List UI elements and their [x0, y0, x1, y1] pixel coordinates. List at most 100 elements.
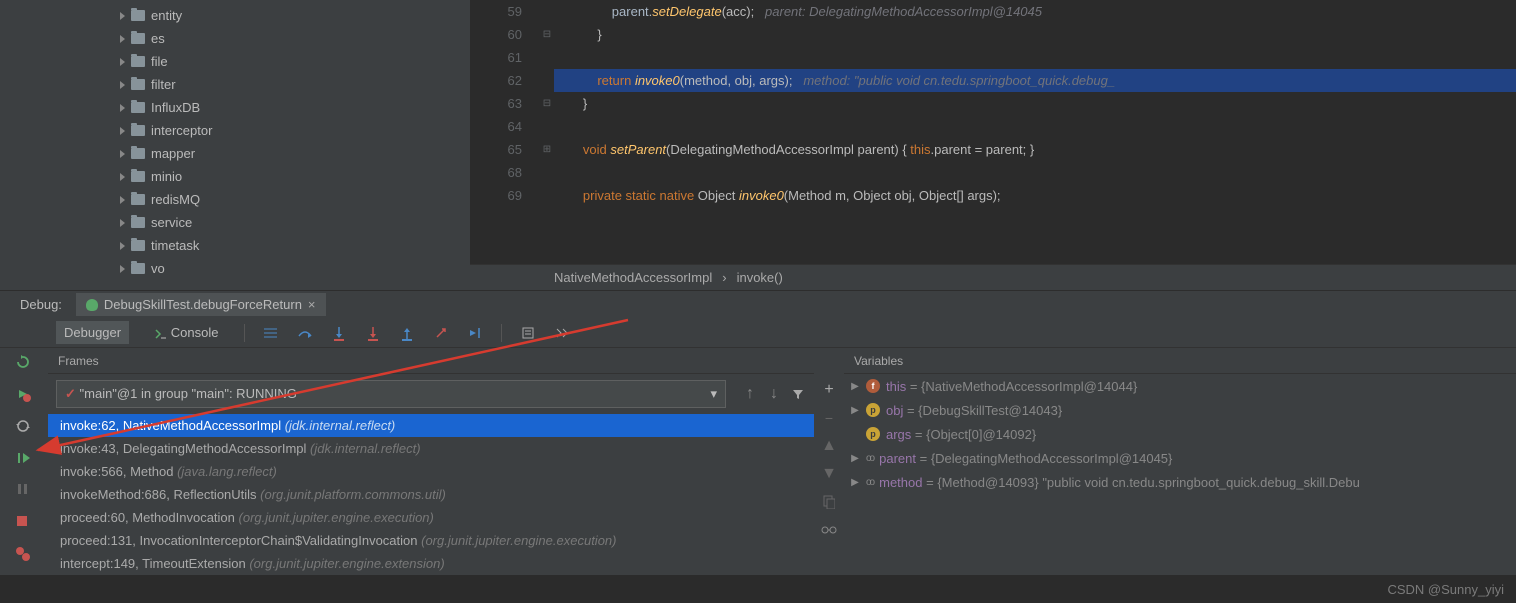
expand-icon	[120, 265, 125, 273]
project-tree[interactable]: entityesfilefilterInfluxDBinterceptormap…	[0, 0, 470, 290]
down-icon[interactable]: ▼	[821, 466, 837, 482]
folder-icon	[131, 56, 145, 67]
prev-frame-icon[interactable]: ↑	[742, 386, 758, 402]
folder-icon	[131, 263, 145, 274]
watermark: CSDN @Sunny_yiyi	[1387, 582, 1504, 597]
folder-icon	[131, 33, 145, 44]
step-out-icon[interactable]	[399, 325, 415, 341]
stack-frame[interactable]: proceed:60, MethodInvocation (org.junit.…	[48, 506, 814, 529]
stack-frame[interactable]: invoke:62, NativeMethodAccessorImpl (jdk…	[48, 414, 814, 437]
code-line[interactable]: }	[554, 23, 1516, 46]
expand-icon[interactable]: ▶	[850, 453, 860, 464]
stop-icon[interactable]	[15, 514, 33, 532]
trace-icon[interactable]	[554, 325, 570, 341]
tree-item[interactable]: vo	[0, 257, 470, 280]
folder-icon	[131, 240, 145, 251]
code-line[interactable]: parent.setDelegate(acc); parent: Delegat…	[554, 0, 1516, 23]
code-line[interactable]: return invoke0(method, obj, args); metho…	[554, 69, 1516, 92]
debug-toolwindow-tab: Debug: DebugSkillTest.debugForceReturn ×	[0, 290, 1516, 318]
run-config-tab[interactable]: DebugSkillTest.debugForceReturn ×	[76, 293, 326, 316]
expand-icon	[120, 127, 125, 135]
expand-icon[interactable]: ▶	[850, 477, 860, 488]
folder-icon	[131, 102, 145, 113]
expand-icon	[120, 173, 125, 181]
force-step-into-icon[interactable]	[365, 325, 381, 341]
tree-item[interactable]: timetask	[0, 234, 470, 257]
bug-icon	[86, 299, 98, 311]
expand-icon	[120, 150, 125, 158]
link-icon: oo	[866, 477, 873, 488]
folder-icon	[131, 171, 145, 182]
close-icon[interactable]: ×	[308, 297, 316, 312]
code-line[interactable]	[554, 161, 1516, 184]
tree-item[interactable]: interceptor	[0, 119, 470, 142]
folder-icon	[131, 194, 145, 205]
breadcrumb[interactable]: NativeMethodAccessorImpl › invoke()	[470, 264, 1516, 290]
stack-frame[interactable]: invoke:43, DelegatingMethodAccessorImpl …	[48, 437, 814, 460]
var-badge: p	[866, 403, 880, 417]
tree-item[interactable]: entity	[0, 4, 470, 27]
thread-selector[interactable]: ✓ "main"@1 in group "main": RUNNING ▾	[56, 380, 726, 408]
stack-frame[interactable]: intercept:149, TimeoutExtension (org.jun…	[48, 552, 814, 575]
code-line[interactable]	[554, 46, 1516, 69]
variable-row[interactable]: ▶oomethod = {Method@14093} "public void …	[844, 470, 1516, 494]
var-badge: f	[866, 379, 880, 393]
variable-row[interactable]: ▶fthis = {NativeMethodAccessorImpl@14044…	[844, 374, 1516, 398]
threads-icon[interactable]	[263, 325, 279, 341]
code-line[interactable]	[554, 115, 1516, 138]
pause-icon[interactable]	[15, 482, 33, 500]
tab-console[interactable]: Console	[147, 321, 226, 344]
expand-icon	[120, 58, 125, 66]
step-over-icon[interactable]	[297, 325, 313, 341]
variables-pane: + − ▲ ▼ Variables ▶fthis = {NativeMethod…	[814, 348, 1516, 575]
expand-icon[interactable]: ▶	[850, 381, 860, 392]
tab-debugger[interactable]: Debugger	[56, 321, 129, 344]
folder-icon	[131, 148, 145, 159]
resume-icon[interactable]	[15, 450, 33, 468]
stack-frame[interactable]: invoke:566, Method (java.lang.reflect)	[48, 460, 814, 483]
drop-frame-icon[interactable]	[433, 325, 449, 341]
update-icon[interactable]	[15, 418, 33, 436]
stack-frame[interactable]: proceed:131, InvocationInterceptorChain$…	[48, 529, 814, 552]
tree-item[interactable]: minio	[0, 165, 470, 188]
var-badge: p	[866, 427, 880, 441]
next-frame-icon[interactable]: ↓	[766, 386, 782, 402]
modify-run-icon[interactable]	[15, 386, 33, 404]
up-icon[interactable]: ▲	[821, 438, 837, 454]
rerun-icon[interactable]	[15, 354, 33, 372]
remove-watch-icon[interactable]: −	[821, 410, 837, 426]
tree-item[interactable]: es	[0, 27, 470, 50]
code-line[interactable]: private static native Object invoke0(Met…	[554, 184, 1516, 207]
breadcrumb-class: NativeMethodAccessorImpl	[554, 270, 712, 285]
chevron-down-icon: ▾	[710, 386, 717, 402]
filter-icon[interactable]	[790, 386, 806, 402]
folder-icon	[131, 10, 145, 21]
evaluate-icon[interactable]	[520, 325, 536, 341]
stack-frame[interactable]: invokeMethod:686, ReflectionUtils (org.j…	[48, 483, 814, 506]
code-line[interactable]: }	[554, 92, 1516, 115]
debug-side-toolbar	[0, 348, 48, 575]
tree-item[interactable]: InfluxDB	[0, 96, 470, 119]
breakpoints-icon[interactable]	[15, 546, 33, 564]
tree-item[interactable]: service	[0, 211, 470, 234]
expand-icon[interactable]: ▶	[850, 405, 860, 416]
expand-icon	[120, 196, 125, 204]
step-into-icon[interactable]	[331, 325, 347, 341]
tree-item[interactable]: mapper	[0, 142, 470, 165]
code-editor[interactable]: 596061626364656869 ⊟⊟⊞ parent.setDelegat…	[470, 0, 1516, 290]
tree-item[interactable]: redisMQ	[0, 188, 470, 211]
variable-row[interactable]: ▶pobj = {DebugSkillTest@14043}	[844, 398, 1516, 422]
link-icon: oo	[866, 453, 873, 464]
variable-row[interactable]: pargs = {Object[0]@14092}	[844, 422, 1516, 446]
folder-icon	[131, 125, 145, 136]
code-line[interactable]: void setParent(DelegatingMethodAccessorI…	[554, 138, 1516, 161]
breadcrumb-method: invoke()	[737, 270, 783, 285]
variable-row[interactable]: ▶ooparent = {DelegatingMethodAccessorImp…	[844, 446, 1516, 470]
tree-item[interactable]: file	[0, 50, 470, 73]
expand-icon	[120, 81, 125, 89]
add-watch-icon[interactable]: +	[821, 382, 837, 398]
run-to-cursor-icon[interactable]	[467, 325, 483, 341]
glasses-icon[interactable]	[821, 522, 837, 538]
copy-icon[interactable]	[821, 494, 837, 510]
tree-item[interactable]: filter	[0, 73, 470, 96]
